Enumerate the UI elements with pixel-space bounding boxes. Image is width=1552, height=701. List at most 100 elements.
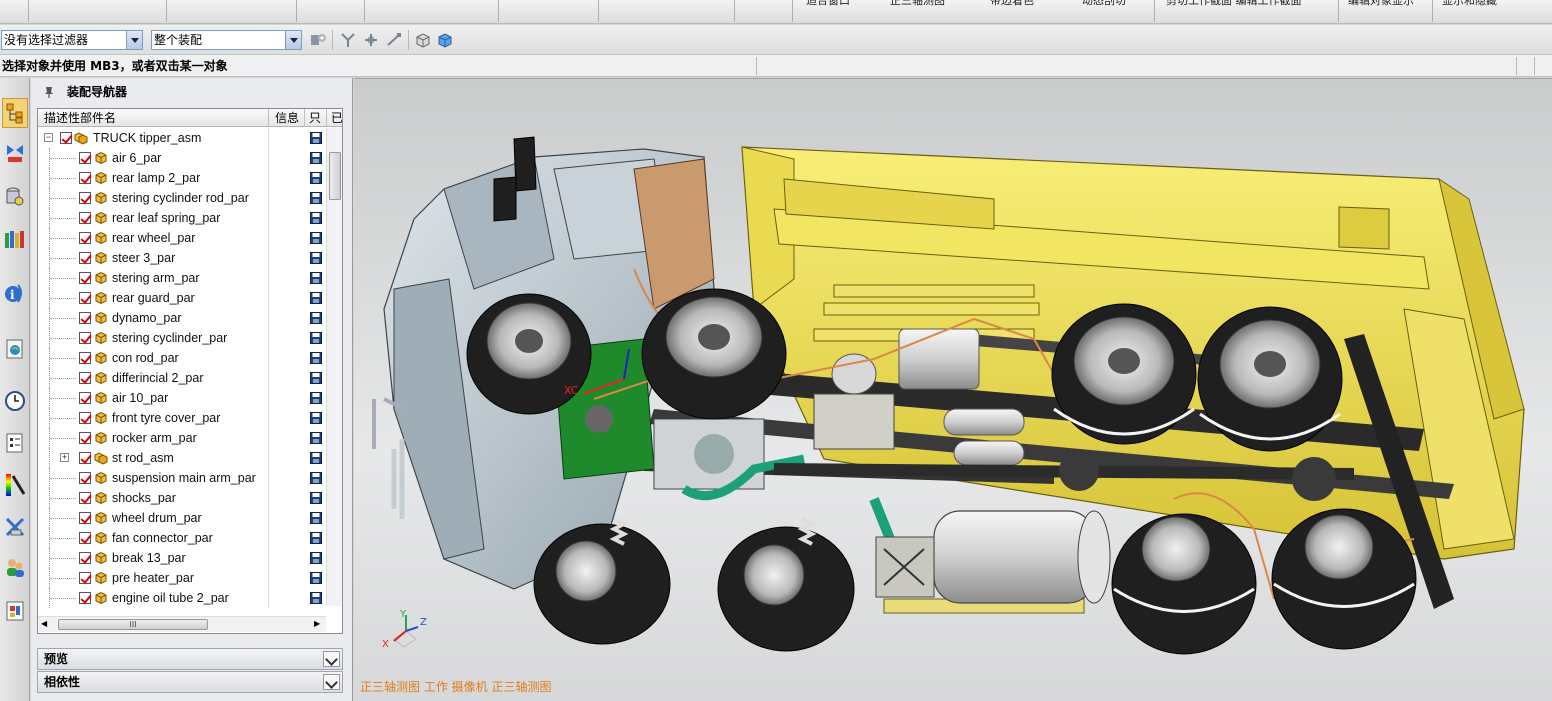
wheel[interactable] bbox=[533, 523, 671, 645]
truck-model-render[interactable]: XC Y X Z bbox=[354, 79, 1552, 701]
visibility-checkbox[interactable] bbox=[79, 492, 91, 504]
tree-vertical-scrollbar[interactable] bbox=[326, 128, 342, 606]
type-filter-dropdown[interactable]: 没有选择过滤器 bbox=[1, 30, 143, 50]
wheel[interactable] bbox=[1271, 508, 1417, 650]
history-tab[interactable] bbox=[2, 386, 28, 416]
visibility-checkbox[interactable] bbox=[79, 212, 91, 224]
fit-window-button[interactable]: 适合窗口 bbox=[806, 0, 850, 8]
fuel-tank[interactable] bbox=[875, 510, 1111, 604]
column-header-extra[interactable]: 已 bbox=[327, 109, 342, 127]
tree-row[interactable]: con rod_par bbox=[38, 348, 328, 368]
hd3d-tools-tab[interactable]: i bbox=[2, 278, 28, 308]
tree-row[interactable]: shocks_par bbox=[38, 488, 328, 508]
scroll-right-arrow[interactable]: ▶ bbox=[314, 619, 320, 628]
visibility-checkbox[interactable] bbox=[79, 272, 91, 284]
tree-row[interactable]: rear lamp 2_par bbox=[38, 168, 328, 188]
tree-horizontal-scrollbar[interactable]: ◀ III ▶ bbox=[38, 616, 326, 632]
visibility-checkbox[interactable] bbox=[79, 252, 91, 264]
tree-row[interactable]: steer 3_par bbox=[38, 248, 328, 268]
edit-object-display-button[interactable]: 编辑对象显示 bbox=[1348, 0, 1414, 8]
column-header-name[interactable]: 描述性部件名 bbox=[38, 109, 269, 127]
palettes-tab[interactable] bbox=[2, 596, 28, 626]
tree-row[interactable]: stering arm_par bbox=[38, 268, 328, 288]
scrollbar-thumb[interactable]: III bbox=[58, 619, 208, 630]
expand-toggle[interactable]: + bbox=[60, 453, 69, 462]
tree-row[interactable]: break 13_par bbox=[38, 548, 328, 568]
trimetric-view-button[interactable]: 正三轴测图 bbox=[890, 0, 945, 8]
selection-scope-dropdown[interactable]: 整个装配 bbox=[151, 30, 302, 50]
visibility-checkbox[interactable] bbox=[79, 452, 91, 464]
web-browser-tab[interactable] bbox=[2, 334, 28, 364]
visibility-checkbox[interactable] bbox=[79, 172, 91, 184]
part-navigator-tab[interactable] bbox=[2, 182, 28, 212]
wheel[interactable] bbox=[1051, 303, 1197, 445]
visibility-checkbox[interactable] bbox=[79, 592, 91, 604]
tree-root-row[interactable]: − TRUCK tipper_asm bbox=[38, 128, 328, 148]
tree-row[interactable]: suspension main arm_par bbox=[38, 468, 328, 488]
wheel[interactable] bbox=[641, 288, 787, 420]
column-header-info[interactable]: 信息 bbox=[269, 109, 305, 127]
tree-row[interactable]: rear leaf spring_par bbox=[38, 208, 328, 228]
constraint-navigator-tab[interactable] bbox=[2, 138, 28, 168]
analysis-tab[interactable] bbox=[2, 512, 28, 542]
visibility-checkbox[interactable] bbox=[79, 312, 91, 324]
preview-pane-header[interactable]: 预览 bbox=[37, 648, 343, 670]
visibility-checkbox[interactable] bbox=[60, 132, 72, 144]
visibility-checkbox[interactable] bbox=[79, 572, 91, 584]
visibility-checkbox[interactable] bbox=[79, 352, 91, 364]
roles-tab[interactable] bbox=[2, 552, 28, 582]
visibility-checkbox[interactable] bbox=[79, 512, 91, 524]
tree-row[interactable]: air 6_par bbox=[38, 148, 328, 168]
tree-row[interactable]: dynamo_par bbox=[38, 308, 328, 328]
visibility-checkbox[interactable] bbox=[79, 472, 91, 484]
assembly-navigator-tab[interactable] bbox=[2, 98, 28, 128]
reuse-library-tab[interactable] bbox=[2, 224, 28, 254]
tree-row[interactable]: front tyre cover_par bbox=[38, 408, 328, 428]
dependencies-pane-header[interactable]: 相依性 bbox=[37, 671, 343, 693]
graphics-window[interactable]: XC Y X Z 正三轴测图 工作 摄像机 正三轴测图 bbox=[354, 78, 1552, 701]
tree-row[interactable]: rear guard_par bbox=[38, 288, 328, 308]
filter-settings-icon[interactable] bbox=[309, 31, 327, 49]
tree-row[interactable]: fan connector_par bbox=[38, 528, 328, 548]
chevron-down-icon[interactable] bbox=[323, 651, 340, 667]
section-tools-button[interactable]: 剪切工作截面 编辑工作截面 bbox=[1166, 0, 1302, 8]
wheel[interactable] bbox=[1111, 513, 1257, 655]
tree-row[interactable]: rear wheel_par bbox=[38, 228, 328, 248]
assembly-tree[interactable]: 描述性部件名 信息 只 已 − TRUCK tipper_asm air 6_par… bbox=[37, 108, 343, 634]
visibility-checkbox[interactable] bbox=[79, 232, 91, 244]
chevron-down-icon[interactable] bbox=[285, 31, 301, 49]
dynamic-section-button[interactable]: 动态剖切 bbox=[1082, 0, 1126, 8]
tree-row[interactable]: differincial 2_par bbox=[38, 368, 328, 388]
column-header-readonly[interactable]: 只 bbox=[305, 109, 327, 127]
pin-icon[interactable] bbox=[43, 86, 55, 98]
visibility-checkbox[interactable] bbox=[79, 372, 91, 384]
view-object-icon[interactable] bbox=[414, 31, 432, 49]
scrollbar-thumb[interactable] bbox=[329, 152, 341, 200]
scroll-left-arrow[interactable]: ◀ bbox=[41, 619, 47, 628]
process-studio-tab[interactable] bbox=[2, 428, 28, 458]
tree-row[interactable]: + st rod_asm bbox=[38, 448, 328, 468]
solid-body-icon[interactable] bbox=[436, 31, 454, 49]
snap-midpoint-icon[interactable] bbox=[362, 31, 380, 49]
collapse-toggle[interactable]: − bbox=[44, 133, 53, 142]
tree-row[interactable]: wheel drum_par bbox=[38, 508, 328, 528]
visibility-checkbox[interactable] bbox=[79, 192, 91, 204]
visibility-checkbox[interactable] bbox=[79, 532, 91, 544]
tree-row[interactable]: engine oil tube 2_par bbox=[38, 588, 328, 608]
show-hide-button[interactable]: 显示和隐藏 bbox=[1442, 0, 1497, 8]
snap-endpoint-icon[interactable] bbox=[385, 31, 403, 49]
chevron-down-icon[interactable] bbox=[323, 674, 340, 690]
visibility-checkbox[interactable] bbox=[79, 412, 91, 424]
visibility-checkbox[interactable] bbox=[79, 332, 91, 344]
tree-row[interactable]: stering cyclinder rod_par bbox=[38, 188, 328, 208]
visibility-checkbox[interactable] bbox=[79, 552, 91, 564]
tree-row[interactable]: pre heater_par bbox=[38, 568, 328, 588]
visibility-checkbox[interactable] bbox=[79, 292, 91, 304]
snap-point-icon[interactable] bbox=[339, 31, 357, 49]
visibility-checkbox[interactable] bbox=[79, 152, 91, 164]
wheel[interactable] bbox=[717, 526, 855, 652]
wheel[interactable] bbox=[1197, 306, 1343, 452]
visibility-checkbox[interactable] bbox=[79, 432, 91, 444]
visualization-tab[interactable] bbox=[2, 470, 28, 500]
tree-row[interactable]: rocker arm_par bbox=[38, 428, 328, 448]
